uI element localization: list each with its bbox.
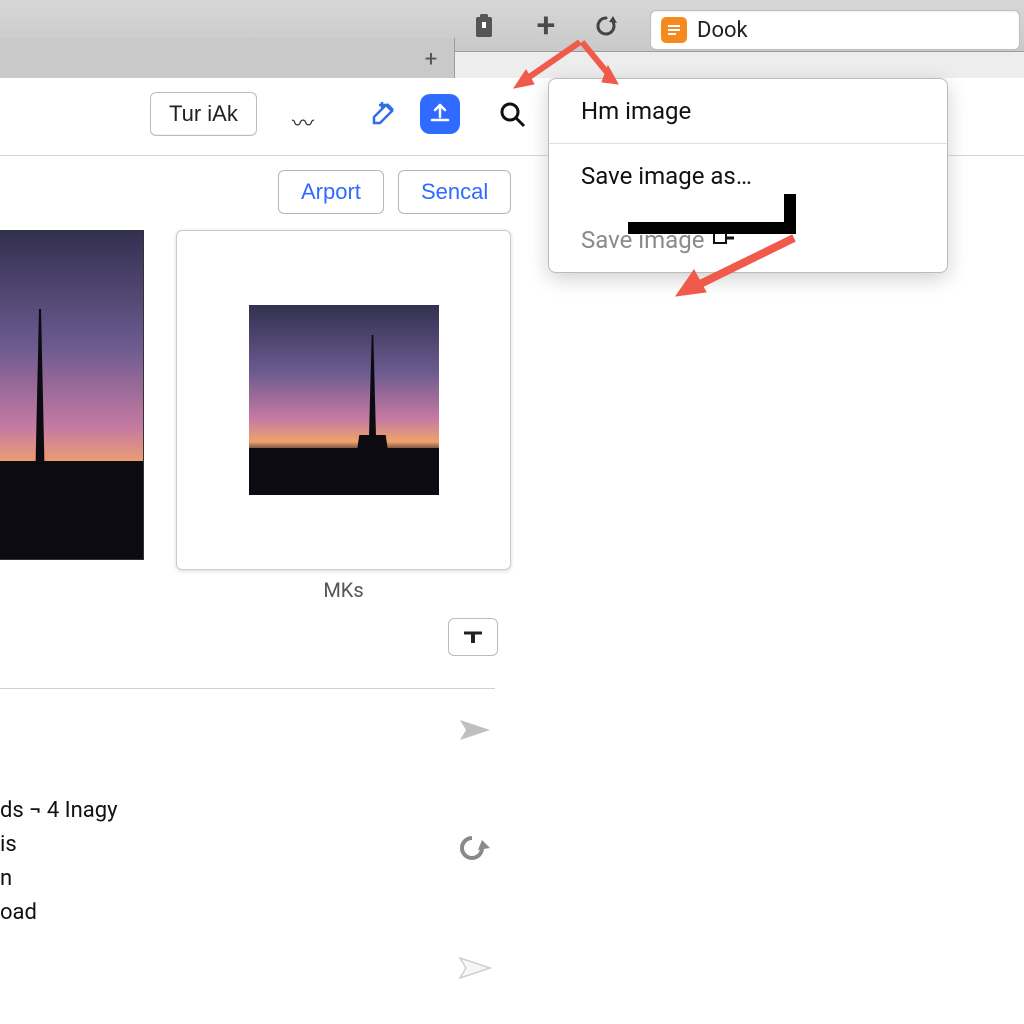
text-line: is — [0, 828, 118, 862]
clipboard-icon[interactable] — [468, 10, 500, 42]
context-menu: Hm image Save image as… Save image — [548, 78, 948, 273]
edit-icon[interactable] — [365, 96, 401, 132]
app-tile-icon[interactable] — [420, 94, 460, 134]
search-icon[interactable] — [494, 96, 530, 132]
pill-arport[interactable]: Arport — [278, 170, 384, 214]
tabstrip-new-tab-icon[interactable]: + — [418, 46, 444, 72]
loop-icon[interactable] — [458, 834, 492, 862]
wave-icon: 〰 — [292, 106, 314, 138]
thumb-caption: MKs — [176, 578, 511, 602]
site-favicon-icon — [661, 17, 687, 43]
context-menu-save-image-disabled: Save image — [549, 208, 947, 272]
new-tab-icon[interactable]: + — [530, 10, 562, 42]
send-icon[interactable] — [458, 716, 492, 744]
text-snippet: ds ¬ 4 Inagy is n oad — [0, 794, 118, 930]
send-icon-outline[interactable] — [458, 954, 492, 982]
image-thumb-card[interactable] — [176, 230, 511, 570]
divider — [0, 688, 495, 689]
refresh-icon[interactable] — [590, 10, 622, 42]
tabstrip: + — [0, 38, 455, 78]
address-text: Dook — [697, 18, 748, 43]
pill-sencal[interactable]: Sencal — [398, 170, 511, 214]
context-menu-save-image-as[interactable]: Save image as… — [549, 144, 947, 208]
text-line: n — [0, 862, 118, 896]
context-menu-disabled-label: Save image — [581, 226, 704, 254]
context-menu-item[interactable]: Hm image — [549, 79, 947, 143]
text-line: oad — [0, 896, 118, 930]
format-button[interactable] — [448, 618, 498, 656]
image-thumb-large[interactable] — [0, 230, 144, 560]
pin-icon — [712, 228, 734, 252]
address-bar[interactable]: Dook — [650, 10, 1020, 50]
text-line: ds ¬ 4 Inagy — [0, 794, 118, 828]
dropdown-button[interactable]: Tur iAk — [150, 92, 257, 136]
